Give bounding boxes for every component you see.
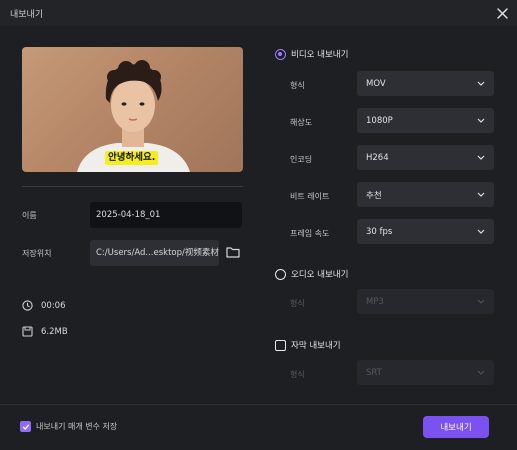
- bitrate-label: 비트 레이트: [290, 192, 330, 201]
- size-row: 6.2MB: [22, 326, 68, 337]
- title-bar: 내보내기: [0, 0, 517, 26]
- subtitle-export-option[interactable]: 자막 내보내기: [275, 339, 341, 351]
- footer-divider: [0, 404, 517, 405]
- chevron-down-icon: [477, 81, 485, 86]
- resolution-label: 해상도: [290, 118, 313, 127]
- audio-export-radio[interactable]: [275, 268, 286, 280]
- subtitle-format-value: SRT: [366, 367, 382, 378]
- chevron-down-icon: [477, 118, 485, 123]
- divider: [22, 186, 243, 187]
- encoding-label: 인코딩: [290, 155, 313, 164]
- audio-format-value: MP3: [366, 296, 384, 307]
- name-label: 이름: [22, 211, 37, 220]
- audio-export-label: 오디오 내보내기: [291, 270, 349, 280]
- audio-format-select: MP3: [357, 289, 494, 314]
- checkmark-icon: [22, 423, 29, 430]
- encoding-select[interactable]: H264: [357, 145, 494, 170]
- subtitle-caption: 안녕하세요.: [105, 151, 159, 165]
- export-button[interactable]: 내보내기: [423, 416, 489, 438]
- bitrate-select[interactable]: 추천: [357, 182, 494, 207]
- window-title: 내보내기: [10, 10, 44, 20]
- folder-icon: [226, 247, 240, 258]
- save-params-label: 내보내기 매개 변수 저장: [36, 422, 118, 431]
- format-value: MOV: [366, 78, 386, 89]
- save-params-option[interactable]: 내보내기 매개 변수 저장: [20, 421, 117, 432]
- save-location-path[interactable]: C:/Users/Ad...esktop/视频素材: [90, 240, 219, 266]
- close-icon: [496, 7, 508, 19]
- subtitle-export-label: 자막 내보내기: [291, 341, 341, 351]
- framerate-label: 프레임 속도: [290, 229, 330, 238]
- chevron-down-icon: [477, 192, 485, 197]
- chevron-down-icon: [477, 370, 485, 375]
- audio-format-label: 형식: [290, 299, 305, 308]
- duration-value: 00:06: [41, 300, 66, 311]
- audio-export-option[interactable]: 오디오 내보내기: [275, 268, 348, 280]
- browse-folder-button[interactable]: [226, 246, 242, 260]
- format-select[interactable]: MOV: [357, 71, 494, 96]
- resolution-value: 1080P: [366, 115, 393, 126]
- duration-row: 00:06: [22, 300, 66, 311]
- subtitle-format-label: 형식: [290, 370, 305, 379]
- resolution-select[interactable]: 1080P: [357, 108, 494, 133]
- clock-icon: [22, 300, 33, 311]
- size-value: 6.2MB: [41, 326, 68, 337]
- video-export-option[interactable]: 비디오 내보내기: [275, 48, 348, 60]
- chevron-down-icon: [477, 229, 485, 234]
- video-export-label: 비디오 내보내기: [291, 50, 349, 60]
- framerate-select[interactable]: 30 fps: [357, 219, 494, 244]
- chevron-down-icon: [477, 299, 485, 304]
- bitrate-value: 추천: [366, 190, 382, 201]
- video-preview: 안녕하세요.: [22, 47, 243, 172]
- location-label: 저장위치: [22, 249, 52, 258]
- subtitle-export-checkbox[interactable]: [275, 339, 286, 351]
- video-export-radio[interactable]: [275, 48, 286, 60]
- encoding-value: H264: [366, 152, 389, 163]
- framerate-value: 30 fps: [366, 226, 393, 237]
- format-label: 형식: [290, 81, 305, 90]
- save-disk-icon: [22, 326, 33, 337]
- chevron-down-icon: [477, 155, 485, 160]
- file-name-input[interactable]: 2025-04-18_01: [90, 202, 242, 228]
- subtitle-format-select: SRT: [357, 360, 494, 385]
- save-params-checkbox[interactable]: [20, 421, 31, 432]
- close-button[interactable]: [493, 4, 511, 22]
